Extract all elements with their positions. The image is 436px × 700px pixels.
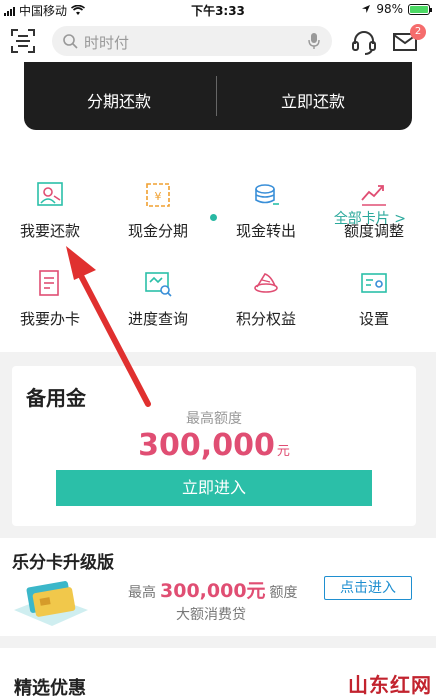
reserve-limit-label: 最高额度 xyxy=(186,411,242,427)
reserve-fund-card: 备用金 最高额度 300,000 元 立即进入 xyxy=(12,366,416,526)
cash-transfer-icon xyxy=(255,184,279,205)
top-bar: 时时付 2 xyxy=(0,20,436,62)
battery-icon xyxy=(408,3,432,15)
message-badge: 2 xyxy=(410,24,426,40)
reserve-amount-unit: 元 xyxy=(276,444,290,459)
grid-label: 我要还款 xyxy=(19,222,80,240)
search-input[interactable]: 时时付 xyxy=(84,32,129,53)
apply-card-icon xyxy=(39,270,59,296)
status-right: 98% xyxy=(361,2,432,16)
credit-card-illustration-icon xyxy=(14,581,88,626)
grid-label: 进度查询 xyxy=(127,310,188,328)
upgrade-amount: 300,000元 xyxy=(160,580,266,602)
battery-percent: 98% xyxy=(376,2,403,16)
grid-item-apply-card[interactable]: 我要办卡 xyxy=(0,268,100,348)
reserve-amount: 300,000 元 xyxy=(12,428,416,463)
grid-item-cash-transfer[interactable]: 现金转出 xyxy=(216,180,316,260)
reserve-amount-value: 300,000 xyxy=(138,428,275,463)
status-bar: 中国移动 下午3:33 98% xyxy=(0,0,436,20)
grid-item-settings[interactable]: 设置 xyxy=(324,268,424,348)
grid-item-repay[interactable]: 我要还款 xyxy=(0,180,100,260)
grid-item-points[interactable]: 积分权益 xyxy=(216,268,316,348)
battery-fill xyxy=(410,5,428,13)
limit-adjust-icon xyxy=(361,185,386,206)
progress-query-icon xyxy=(145,272,172,297)
grid-label: 我要办卡 xyxy=(19,310,80,328)
watermark: 山东红网 xyxy=(348,673,432,697)
upgrade-offer: 最高 300,000元 额度 xyxy=(128,576,298,603)
settings-icon xyxy=(361,273,387,293)
grid-item-cash-installment[interactable]: ¥ 现金分期 xyxy=(108,180,208,260)
grid-label: 额度调整 xyxy=(343,222,404,240)
upgrade-section: 乐分卡升级版 最高 300,000元 额度 大额消费贷 点击进入 xyxy=(0,538,436,636)
upgrade-enter-button[interactable]: 点击进入 xyxy=(324,576,412,600)
reserve-enter-button[interactable]: 立即进入 xyxy=(56,470,372,506)
upgrade-subtitle: 大额消费贷 xyxy=(176,607,246,623)
installment-repay-button[interactable]: 分期还款 xyxy=(24,76,214,128)
repay-icon xyxy=(37,182,63,206)
grid-label: 设置 xyxy=(358,310,389,328)
card-area: 分期还款 立即还款 全部卡片 > 我要还款 ¥ 现金分期 现金转出 额度调整 我… xyxy=(0,62,436,352)
search-icon xyxy=(63,34,78,49)
customer-service-icon[interactable] xyxy=(350,28,378,56)
card-divider xyxy=(216,76,217,116)
points-icon xyxy=(254,273,278,293)
cash-installment-icon: ¥ xyxy=(146,183,170,207)
credit-card-panel: 分期还款 立即还款 xyxy=(24,62,412,130)
upgrade-prefix: 最高 xyxy=(128,585,156,601)
grid-label: 现金转出 xyxy=(235,222,296,240)
reserve-fund-title: 备用金 xyxy=(26,386,86,410)
grid-label: 现金分期 xyxy=(127,222,188,240)
location-icon xyxy=(362,5,371,13)
upgrade-suffix: 额度 xyxy=(269,585,298,601)
upgrade-title: 乐分卡升级版 xyxy=(12,553,114,573)
grid-item-limit-adjust[interactable]: 额度调整 xyxy=(324,180,424,260)
search-bar[interactable]: 时时付 xyxy=(52,26,332,56)
scan-icon[interactable] xyxy=(10,28,36,54)
grid-label: 积分权益 xyxy=(235,310,296,328)
grid-item-progress-query[interactable]: 进度查询 xyxy=(108,268,208,348)
svg-text:¥: ¥ xyxy=(155,190,162,203)
repay-now-button[interactable]: 立即还款 xyxy=(218,76,408,128)
deals-title: 精选优惠 xyxy=(14,678,86,699)
microphone-icon[interactable] xyxy=(308,32,320,50)
